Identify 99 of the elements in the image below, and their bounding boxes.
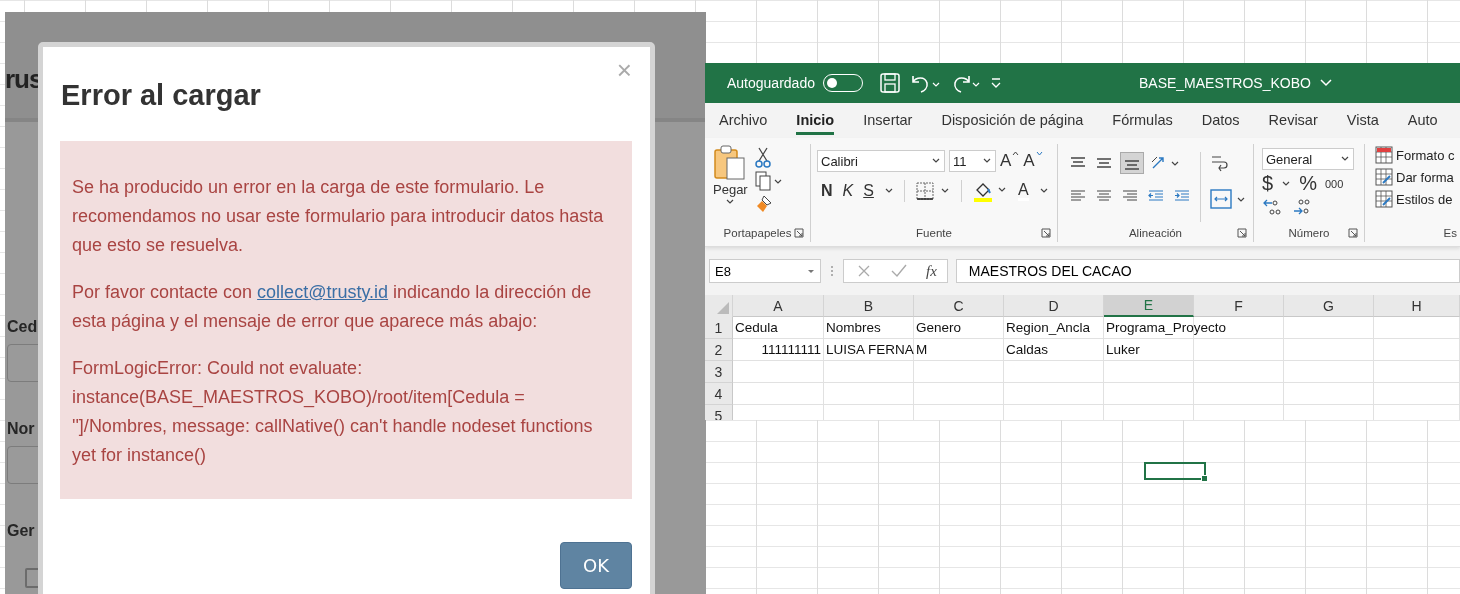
group-label: Alineación (1128, 227, 1183, 239)
caret-icon[interactable] (1281, 180, 1292, 187)
number-format-field[interactable]: General (1262, 148, 1354, 170)
styles-button[interactable]: Formato c (1375, 146, 1460, 164)
decrease-indent-icon[interactable] (1146, 188, 1166, 204)
dialog-title: Error al cargar (61, 78, 262, 113)
selected-cell[interactable] (1144, 462, 1206, 480)
ribbon-tab[interactable]: Datos (1201, 106, 1240, 135)
table-cell: LUISA FERNA (826, 342, 914, 357)
down-chevron-icon (1035, 151, 1043, 156)
error-details: FormLogicError: Could not evaluate: instance(BASE_MAESTROS_KOBO)/root/item[Cedula = '']/Nombres, message: callNative() can't handle nodeset functions yet for instance() (72, 357, 594, 467)
merge-center-icon[interactable] (1209, 188, 1247, 210)
error-message: Se ha producido un error en la carga de este formulario. Le recomendamos no usar este formulario para introducir datos hasta que esto se resuelva. (72, 176, 605, 257)
caret-icon[interactable] (1038, 188, 1049, 194)
styles-button[interactable]: Dar forma (1375, 168, 1460, 186)
column-header[interactable]: E (1104, 295, 1194, 317)
ribbon-tab[interactable]: Insertar (863, 106, 913, 135)
dialog-launcher-icon[interactable] (1237, 228, 1247, 238)
caret-icon (807, 268, 815, 274)
currency-button[interactable]: $ (1262, 172, 1274, 195)
increase-indent-icon[interactable] (1172, 188, 1192, 204)
font-style-button[interactable]: S (863, 182, 874, 200)
dialog-launcher-icon[interactable] (794, 228, 804, 238)
caret-icon (982, 158, 992, 164)
align-bottom-icon[interactable] (1120, 152, 1144, 174)
check-icon[interactable] (890, 263, 908, 279)
row-header[interactable]: 1 (705, 317, 733, 339)
ribbon-tab[interactable]: Revisar (1268, 106, 1318, 135)
chevron-icon[interactable] (1318, 78, 1333, 88)
group-label: Número (1288, 227, 1330, 239)
row-header[interactable]: 3 (705, 361, 733, 383)
group-label: Portapapeles (723, 227, 792, 239)
font-size-field[interactable]: 11 (949, 150, 996, 172)
caret-icon[interactable] (883, 188, 894, 194)
font-style-button[interactable]: K (842, 182, 854, 200)
thousands-button[interactable]: 000 (1324, 177, 1344, 190)
ribbon-tab[interactable]: Vista (1346, 106, 1379, 135)
column-header[interactable]: G (1284, 295, 1374, 317)
dialog-launcher-icon[interactable] (1041, 228, 1051, 238)
row-header[interactable]: 4 (705, 383, 733, 405)
table-style-icon (1375, 146, 1393, 164)
email-link[interactable]: collect@trusty.id (257, 282, 389, 302)
save-icon[interactable] (878, 72, 901, 94)
borders-icon[interactable] (914, 181, 951, 201)
table-cell: 111111111 (761, 342, 821, 357)
column-header[interactable]: B (824, 295, 914, 317)
table-cell: Cedula (735, 320, 778, 335)
formula-field[interactable]: MAESTROS DEL CACAO (955, 259, 1460, 283)
scissors-icon[interactable] (753, 146, 772, 168)
table-style-icon (1375, 168, 1393, 186)
font-style-button[interactable]: N (821, 182, 833, 200)
column-header[interactable]: A (733, 295, 824, 317)
font-color-button[interactable]: A (1017, 181, 1029, 201)
insert-function-button[interactable]: fx (926, 262, 937, 280)
up-chevron-icon (1012, 151, 1020, 156)
group-label: Fuente (916, 227, 952, 239)
file-name[interactable]: BASE_MAESTROS_KOBO (1138, 75, 1311, 91)
table-cell: Genero (916, 320, 962, 335)
table-style-icon (1375, 190, 1393, 208)
ribbon-tab[interactable]: Disposición de página (941, 106, 1084, 135)
copy-icon[interactable] (753, 170, 782, 192)
table-cell: Luker (1106, 342, 1140, 357)
triangle-icon (716, 301, 730, 315)
ribbon-tab[interactable]: Fórmulas (1112, 106, 1173, 135)
column-header[interactable]: C (914, 295, 1004, 317)
grow-font-button[interactable]: A (1000, 151, 1020, 171)
table-cell: Region_Ancla (1006, 320, 1091, 335)
table-cell: Nombres (826, 320, 881, 335)
caret-icon (1340, 156, 1350, 162)
ribbon-tab[interactable]: Auto (1407, 106, 1438, 135)
table-cell: M (916, 342, 928, 357)
shrink-font-button[interactable]: A (1023, 151, 1043, 171)
autosave-label: Autoguardado (727, 75, 815, 91)
row-header[interactable]: 5 (705, 405, 733, 420)
styles-button[interactable]: Estilos de (1375, 190, 1460, 208)
table-cell: Programa_Proyecto (1106, 320, 1227, 335)
ribbon-tab[interactable]: Inicio (796, 106, 835, 135)
column-header[interactable]: H (1374, 295, 1460, 317)
paste-button[interactable]: Pegar (713, 144, 748, 224)
drag-handle-icon[interactable] (829, 264, 835, 278)
column-header[interactable]: F (1194, 295, 1284, 317)
align-middle-icon[interactable] (1094, 155, 1114, 171)
field-label: Nor (7, 420, 35, 438)
percent-button[interactable]: % (1299, 172, 1317, 195)
group-label: Es (1443, 227, 1457, 239)
field-label: Ced (7, 318, 38, 336)
font-name-field[interactable]: Calibri (817, 150, 945, 172)
caret-icon (725, 199, 736, 205)
field-label: Ger (7, 522, 35, 540)
clipboard-icon (713, 144, 748, 180)
increase-decimal-icon[interactable] (1262, 197, 1284, 217)
dialog-launcher-icon[interactable] (1348, 228, 1358, 238)
caret-icon (931, 158, 941, 164)
ribbon-tab[interactable]: Archivo (719, 106, 768, 135)
contact-message: Por favor contacte con collect@trusty.id indicando la dirección de esta página y el mensaje de error que aparece más abajo: (72, 281, 593, 333)
row-header[interactable]: 2 (705, 339, 733, 361)
ok-button[interactable]: OK (560, 542, 632, 589)
table-cell: Caldas (1006, 342, 1049, 357)
name-box[interactable]: E8 (709, 259, 821, 283)
